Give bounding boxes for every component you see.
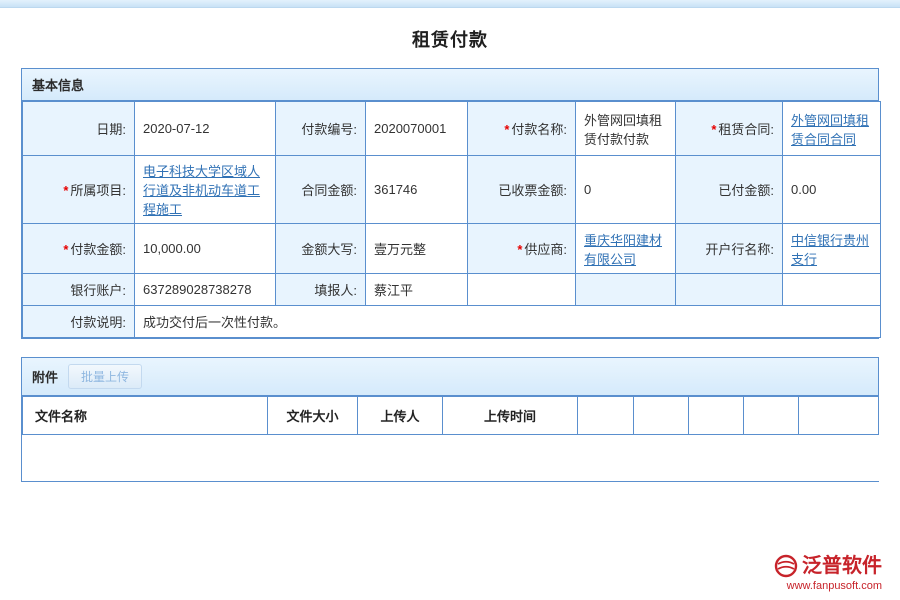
footer-brand: 泛普软件 www.fanpusoft.com xyxy=(774,554,882,592)
bank-name-link[interactable]: 中信银行贵州支行 xyxy=(791,233,869,267)
table-row: 日期: 2020-07-12 付款编号: 2020070001 *付款名称: 外… xyxy=(23,102,881,156)
table-row: 付款说明: 成功交付后一次性付款。 xyxy=(23,306,881,338)
basic-info-section: 基本信息 日期: 2020-07-12 付款编号: 2020070001 *付款… xyxy=(21,68,879,339)
project-link[interactable]: 电子科技大学区域人行道及非机动车道工程施工 xyxy=(143,164,260,217)
column-header-empty xyxy=(634,397,689,435)
top-decorative-bar xyxy=(0,0,900,8)
payment-note-label: 付款说明: xyxy=(23,306,135,338)
page-title: 租赁付款 xyxy=(0,8,900,68)
column-header-empty xyxy=(689,397,744,435)
supplier-link[interactable]: 重庆华阳建材有限公司 xyxy=(584,233,662,267)
required-marker: * xyxy=(517,242,522,257)
project-value: 电子科技大学区域人行道及非机动车道工程施工 xyxy=(135,156,276,224)
bank-name-value: 中信银行贵州支行 xyxy=(783,224,881,274)
payment-name-value: 外管网回填租赁付款付款 xyxy=(576,102,676,156)
column-header-upload-time: 上传时间 xyxy=(443,397,578,435)
bank-name-label: 开户行名称: xyxy=(676,224,783,274)
preparer-label: 填报人: xyxy=(276,274,366,306)
payment-no-value: 2020070001 xyxy=(366,102,468,156)
basic-info-section-header: 基本信息 xyxy=(22,69,878,101)
basic-info-table: 日期: 2020-07-12 付款编号: 2020070001 *付款名称: 外… xyxy=(22,101,881,338)
required-marker: * xyxy=(711,122,716,137)
contract-amount-label: 合同金额: xyxy=(276,156,366,224)
attachments-empty-area xyxy=(23,435,879,481)
basic-info-section-title: 基本信息 xyxy=(32,75,84,94)
column-header-empty xyxy=(578,397,634,435)
attachments-empty-row xyxy=(23,435,879,481)
empty-cell xyxy=(676,274,783,306)
invoiced-amount-label: 已收票金额: xyxy=(468,156,576,224)
date-value: 2020-07-12 xyxy=(135,102,276,156)
column-header-uploader: 上传人 xyxy=(358,397,443,435)
column-header-empty xyxy=(799,397,879,435)
column-header-file-size: 文件大小 xyxy=(268,397,358,435)
column-header-empty xyxy=(744,397,799,435)
brand-website: www.fanpusoft.com xyxy=(774,580,882,592)
payment-name-label: *付款名称: xyxy=(468,102,576,156)
required-marker: * xyxy=(63,242,68,257)
contract-amount-value: 361746 xyxy=(366,156,468,224)
payment-amount-value: 10,000.00 xyxy=(135,224,276,274)
attachments-table: 文件名称 文件大小 上传人 上传时间 xyxy=(22,396,879,481)
project-label: *所属项目: xyxy=(23,156,135,224)
date-label: 日期: xyxy=(23,102,135,156)
paid-amount-value: 0.00 xyxy=(783,156,881,224)
payment-note-value: 成功交付后一次性付款。 xyxy=(135,306,881,338)
payment-amount-label: *付款金额: xyxy=(23,224,135,274)
bank-account-label: 银行账户: xyxy=(23,274,135,306)
empty-cell xyxy=(468,274,576,306)
attachments-section-header: 附件 批量上传 xyxy=(22,358,878,396)
amount-in-words-value: 壹万元整 xyxy=(366,224,468,274)
required-marker: * xyxy=(63,183,68,198)
lease-contract-link[interactable]: 外管网回填租赁合同合同 xyxy=(791,113,869,147)
amount-in-words-label: 金额大写: xyxy=(276,224,366,274)
table-row: *付款金额: 10,000.00 金额大写: 壹万元整 *供应商: 重庆华阳建材… xyxy=(23,224,881,274)
column-header-file-name: 文件名称 xyxy=(23,397,268,435)
table-row: 银行账户: 637289028738278 填报人: 蔡江平 xyxy=(23,274,881,306)
batch-upload-button[interactable]: 批量上传 xyxy=(68,364,142,389)
empty-cell xyxy=(576,274,676,306)
invoiced-amount-value: 0 xyxy=(576,156,676,224)
paid-amount-label: 已付金额: xyxy=(676,156,783,224)
empty-cell xyxy=(783,274,881,306)
supplier-label: *供应商: xyxy=(468,224,576,274)
required-marker: * xyxy=(504,122,509,137)
attachments-section: 附件 批量上传 文件名称 文件大小 上传人 上传时间 xyxy=(21,357,879,482)
attachments-section-title: 附件 xyxy=(32,367,58,386)
table-row: *所属项目: 电子科技大学区域人行道及非机动车道工程施工 合同金额: 36174… xyxy=(23,156,881,224)
lease-contract-label: *租赁合同: xyxy=(676,102,783,156)
supplier-value: 重庆华阳建材有限公司 xyxy=(576,224,676,274)
bank-account-value: 637289028738278 xyxy=(135,274,276,306)
lease-contract-value: 外管网回填租赁合同合同 xyxy=(783,102,881,156)
brand-name: 泛普软件 xyxy=(802,555,882,577)
preparer-value: 蔡江平 xyxy=(366,274,468,306)
fanpu-logo-icon xyxy=(774,554,798,578)
attachments-header-row: 文件名称 文件大小 上传人 上传时间 xyxy=(23,397,879,435)
payment-no-label: 付款编号: xyxy=(276,102,366,156)
